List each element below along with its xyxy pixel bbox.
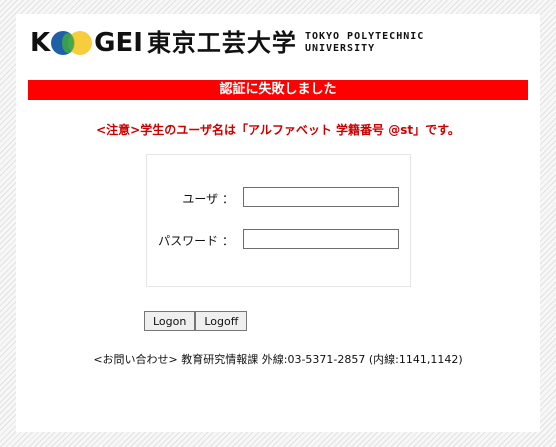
university-logo: K GEI 東京工芸大学 TOKYO POLYTECHNIC UNIVERSIT…: [30, 28, 424, 58]
username-label: ユーザ ：: [182, 192, 234, 206]
auth-error-banner: 認証に失敗しました: [28, 80, 528, 100]
contact-info: <お問い合わせ> 教育研究情報課 外線:03-5371-2857 (内線:114…: [93, 353, 463, 366]
password-input[interactable]: [243, 229, 399, 249]
username-input[interactable]: [243, 187, 399, 207]
logo-letters-gei: GEI: [94, 28, 143, 58]
main-panel: K GEI 東京工芸大学 TOKYO POLYTECHNIC UNIVERSIT…: [16, 14, 540, 432]
logon-button[interactable]: Logon: [144, 311, 196, 331]
logoff-button[interactable]: Logoff: [195, 311, 248, 331]
logo-letter-k: K: [30, 28, 51, 58]
logo-mark: K GEI: [30, 28, 143, 58]
logo-japanese-name: 東京工芸大学: [146, 29, 297, 57]
action-buttons: Logon Logoff: [144, 311, 248, 331]
password-label: パスワード ：: [158, 234, 234, 248]
username-row: ユーザ ：: [147, 187, 410, 211]
logo-english-line2: UNIVERSITY: [304, 43, 376, 54]
password-row: パスワード ：: [147, 229, 410, 253]
logo-rings-icon: [51, 30, 93, 56]
logo-english-line1: TOKYO POLYTECHNIC: [304, 31, 425, 42]
login-form: ユーザ ： パスワード ：: [146, 154, 411, 287]
username-notice: <注意>学生のユーザ名は「アルファベット 学籍番号 @st」です。: [96, 123, 460, 137]
logo-english-name: TOKYO POLYTECHNIC UNIVERSITY: [305, 31, 424, 55]
